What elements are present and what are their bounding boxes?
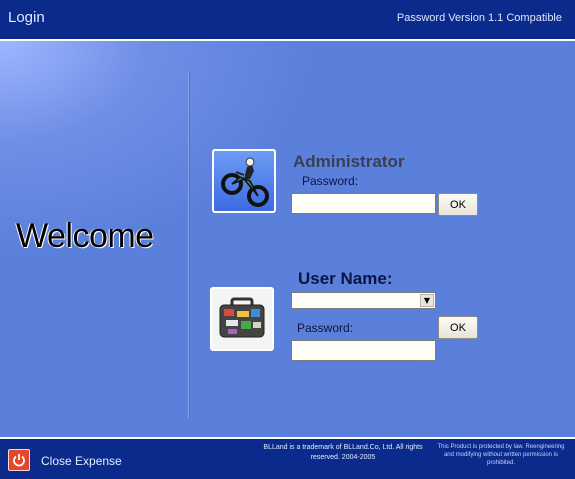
user-password-label: Password:	[297, 321, 354, 335]
version-text: Password Version 1.1 Compatible	[396, 12, 562, 24]
user-ok-button[interactable]: OK	[438, 316, 478, 339]
window-title: Login	[8, 9, 45, 26]
user-name-select[interactable]: ▼	[291, 292, 436, 309]
suitcase-icon	[219, 297, 265, 338]
power-icon	[13, 454, 25, 467]
admin-avatar[interactable]	[212, 149, 276, 213]
trademark-text: BLLand is a trademark of BLLand.Co, Ltd.…	[263, 444, 423, 461]
user-avatar[interactable]	[210, 287, 274, 351]
close-expense-button[interactable]	[8, 449, 30, 471]
admin-heading: Administrator	[293, 152, 405, 171]
admin-password-input[interactable]	[291, 193, 436, 214]
login-panel: Welcome Administrator Password: OK User …	[0, 41, 575, 437]
vertical-divider	[188, 72, 189, 418]
admin-ok-button[interactable]: OK	[438, 193, 478, 216]
user-password-input[interactable]	[291, 340, 436, 361]
close-expense-label[interactable]: Close Expense	[41, 454, 122, 468]
legal-notice: This Product is protected by law. Reengi…	[437, 444, 565, 466]
welcome-text: Welcome	[16, 217, 154, 255]
footer-bar: Close Expense BLLand is a trademark of B…	[0, 439, 575, 479]
admin-password-label: Password:	[302, 174, 359, 188]
title-bar: Login Password Version 1.1 Compatible	[0, 0, 575, 39]
user-name-heading: User Name:	[298, 269, 393, 288]
motorcycle-jump-icon	[221, 157, 269, 207]
login-window: Login Password Version 1.1 Compatible We…	[0, 0, 575, 479]
selected-user-text	[292, 299, 295, 311]
dropdown-arrow-icon[interactable]: ▼	[420, 294, 434, 307]
